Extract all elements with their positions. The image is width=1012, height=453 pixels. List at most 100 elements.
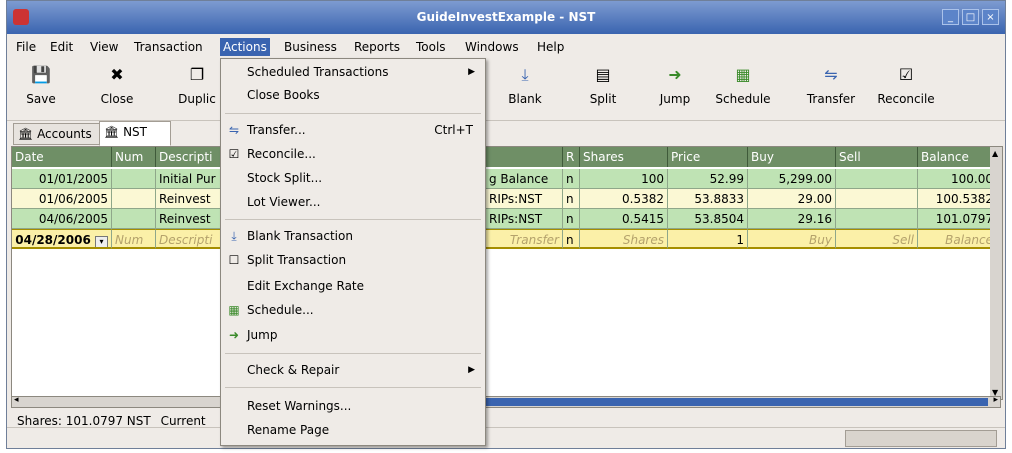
menu-item-lot-viewer[interactable]: Lot Viewer...	[221, 191, 485, 213]
col-num[interactable]: Num	[112, 147, 156, 167]
accounts-icon: 🏛	[18, 127, 34, 141]
menu-separator	[225, 353, 481, 354]
scroll-left-icon[interactable]: ◂	[14, 395, 19, 405]
menu-business[interactable]: Business	[281, 38, 340, 56]
duplicate-button[interactable]: ❐ Duplic	[173, 62, 221, 118]
transfer-entry[interactable]: Transfer	[486, 229, 563, 249]
col-r[interactable]: R	[563, 147, 580, 167]
tab-nst[interactable]: 🏛 NST	[99, 121, 171, 146]
price-cell[interactable]: 52.99	[668, 169, 748, 189]
shares-cell[interactable]: 0.5415	[580, 209, 668, 229]
menu-item-jump[interactable]: ➜ Jump	[221, 324, 485, 346]
menu-item-schedule[interactable]: ▦ Schedule...	[221, 299, 485, 321]
menu-windows[interactable]: Windows	[462, 38, 522, 56]
blank-button[interactable]: ⤓ Blank	[505, 62, 545, 118]
tab-accounts[interactable]: 🏛 Accounts	[13, 123, 105, 145]
menu-tools[interactable]: Tools	[413, 38, 449, 56]
col-balance[interactable]: Balance	[918, 147, 997, 167]
transfer-cell[interactable]: RIPs:NST	[486, 189, 563, 209]
menu-file[interactable]: File	[13, 38, 39, 56]
menu-item-blank-transaction[interactable]: ⤓ Blank Transaction	[221, 225, 485, 247]
col-price[interactable]: Price	[668, 147, 748, 167]
transfer-cell[interactable]: g Balance	[486, 169, 563, 189]
balance-cell: 100.00	[918, 169, 997, 189]
col-shares[interactable]: Shares	[580, 147, 668, 167]
menu-item-check-repair[interactable]: Check & Repair ▶	[221, 359, 485, 381]
new-transaction-row[interactable]: 04/28/2006 ▾ Num Descripti Transfer n Sh…	[12, 229, 997, 249]
scroll-right-icon[interactable]: ▸	[993, 395, 998, 405]
num-cell[interactable]	[112, 189, 156, 209]
menu-item-rename-page[interactable]: Rename Page	[221, 419, 485, 441]
table-row[interactable]: 01/01/2005 Initial Pur g Balance n 100 5…	[12, 169, 997, 189]
menu-view[interactable]: View	[87, 38, 121, 56]
schedule-icon: ▦	[228, 303, 240, 317]
date-cell[interactable]: 01/01/2005	[12, 169, 112, 189]
reconcile-button[interactable]: ☑ Reconcile	[873, 62, 939, 118]
close-window-icon[interactable]: ×	[982, 9, 999, 25]
sell-cell[interactable]	[836, 209, 918, 229]
shares-cell[interactable]: 0.5382	[580, 189, 668, 209]
menu-transaction[interactable]: Transaction	[131, 38, 206, 56]
sell-cell[interactable]	[836, 189, 918, 209]
jump-button[interactable]: ➜ Jump	[657, 62, 693, 118]
buy-cell[interactable]: 29.16	[748, 209, 836, 229]
price-cell[interactable]: 53.8833	[668, 189, 748, 209]
jump-icon: ➜	[668, 65, 682, 84]
close-button[interactable]: ✖ Close	[95, 62, 139, 118]
reconcile-cell[interactable]: n	[563, 189, 580, 209]
menu-reports[interactable]: Reports	[351, 38, 403, 56]
split-checkbox-icon[interactable]: ☐	[227, 253, 241, 267]
save-button[interactable]: 💾 Save	[21, 62, 61, 118]
price-cell[interactable]: 53.8504	[668, 209, 748, 229]
reconcile-cell[interactable]: n	[563, 209, 580, 229]
split-icon: ▤	[595, 65, 611, 84]
calendar-dropdown-icon[interactable]: ▾	[95, 236, 108, 247]
date-cell[interactable]: 04/06/2005	[12, 209, 112, 229]
num-cell[interactable]	[112, 209, 156, 229]
menu-item-edit-exchange-rate[interactable]: Edit Exchange Rate	[221, 275, 485, 297]
menu-item-scheduled-transactions[interactable]: Scheduled Transactions ▶	[221, 61, 485, 83]
minimize-icon[interactable]: _	[942, 9, 959, 25]
buy-entry[interactable]: Buy	[748, 229, 836, 249]
blank-transaction-icon: ⤓	[521, 65, 529, 84]
num-entry[interactable]: Num	[112, 229, 156, 249]
menu-item-split-transaction[interactable]: ☐ Split Transaction	[221, 249, 485, 271]
num-cell[interactable]	[112, 169, 156, 189]
reconcile-cell[interactable]: n	[563, 169, 580, 189]
schedule-button[interactable]: ▦ Schedule	[713, 62, 773, 118]
menu-item-transfer[interactable]: ⇋ Transfer... Ctrl+T	[221, 119, 485, 141]
horizontal-scrollbar[interactable]: ◂ ▸	[11, 395, 1001, 408]
menu-item-close-books[interactable]: Close Books	[221, 84, 485, 106]
menu-edit[interactable]: Edit	[47, 38, 76, 56]
col-sell[interactable]: Sell	[836, 147, 918, 167]
shares-cell[interactable]: 100	[580, 169, 668, 189]
menu-help[interactable]: Help	[534, 38, 567, 56]
split-button[interactable]: ▤ Split	[585, 62, 621, 118]
menu-actions[interactable]: Actions	[220, 38, 270, 56]
account-icon: 🏛	[104, 125, 120, 139]
actions-menu: Scheduled Transactions ▶ Close Books ⇋ T…	[220, 58, 486, 446]
buy-cell[interactable]: 5,299.00	[748, 169, 836, 189]
menu-item-reconcile[interactable]: ☑ Reconcile...	[221, 143, 485, 165]
scroll-up-icon[interactable]: ▲	[992, 149, 998, 158]
sell-cell[interactable]	[836, 169, 918, 189]
buy-cell[interactable]: 29.00	[748, 189, 836, 209]
menu-item-reset-warnings[interactable]: Reset Warnings...	[221, 395, 485, 417]
maximize-icon[interactable]: □	[962, 9, 979, 25]
price-entry[interactable]: 1	[668, 229, 748, 249]
date-cell[interactable]: 01/06/2005	[12, 189, 112, 209]
col-buy[interactable]: Buy	[748, 147, 836, 167]
transfer-button[interactable]: ⇋ Transfer	[803, 62, 859, 118]
table-row[interactable]: 04/06/2005 Reinvest RIPs:NST n 0.5415 53…	[12, 209, 997, 229]
shares-entry[interactable]: Shares	[580, 229, 668, 249]
balance-cell: 101.0797	[918, 209, 997, 229]
col-date[interactable]: Date	[12, 147, 112, 167]
table-row[interactable]: 01/06/2005 Reinvest RIPs:NST n 0.5382 53…	[12, 189, 997, 209]
sell-entry[interactable]: Sell	[836, 229, 918, 249]
menu-item-stock-split[interactable]: Stock Split...	[221, 167, 485, 189]
date-entry[interactable]: 04/28/2006 ▾	[12, 229, 112, 249]
vertical-scrollbar[interactable]: ▲ ▼	[990, 147, 1002, 399]
transfer-cell[interactable]: RIPs:NST	[486, 209, 563, 229]
status-bar	[7, 427, 1005, 448]
reconcile-entry[interactable]: n	[563, 229, 580, 249]
